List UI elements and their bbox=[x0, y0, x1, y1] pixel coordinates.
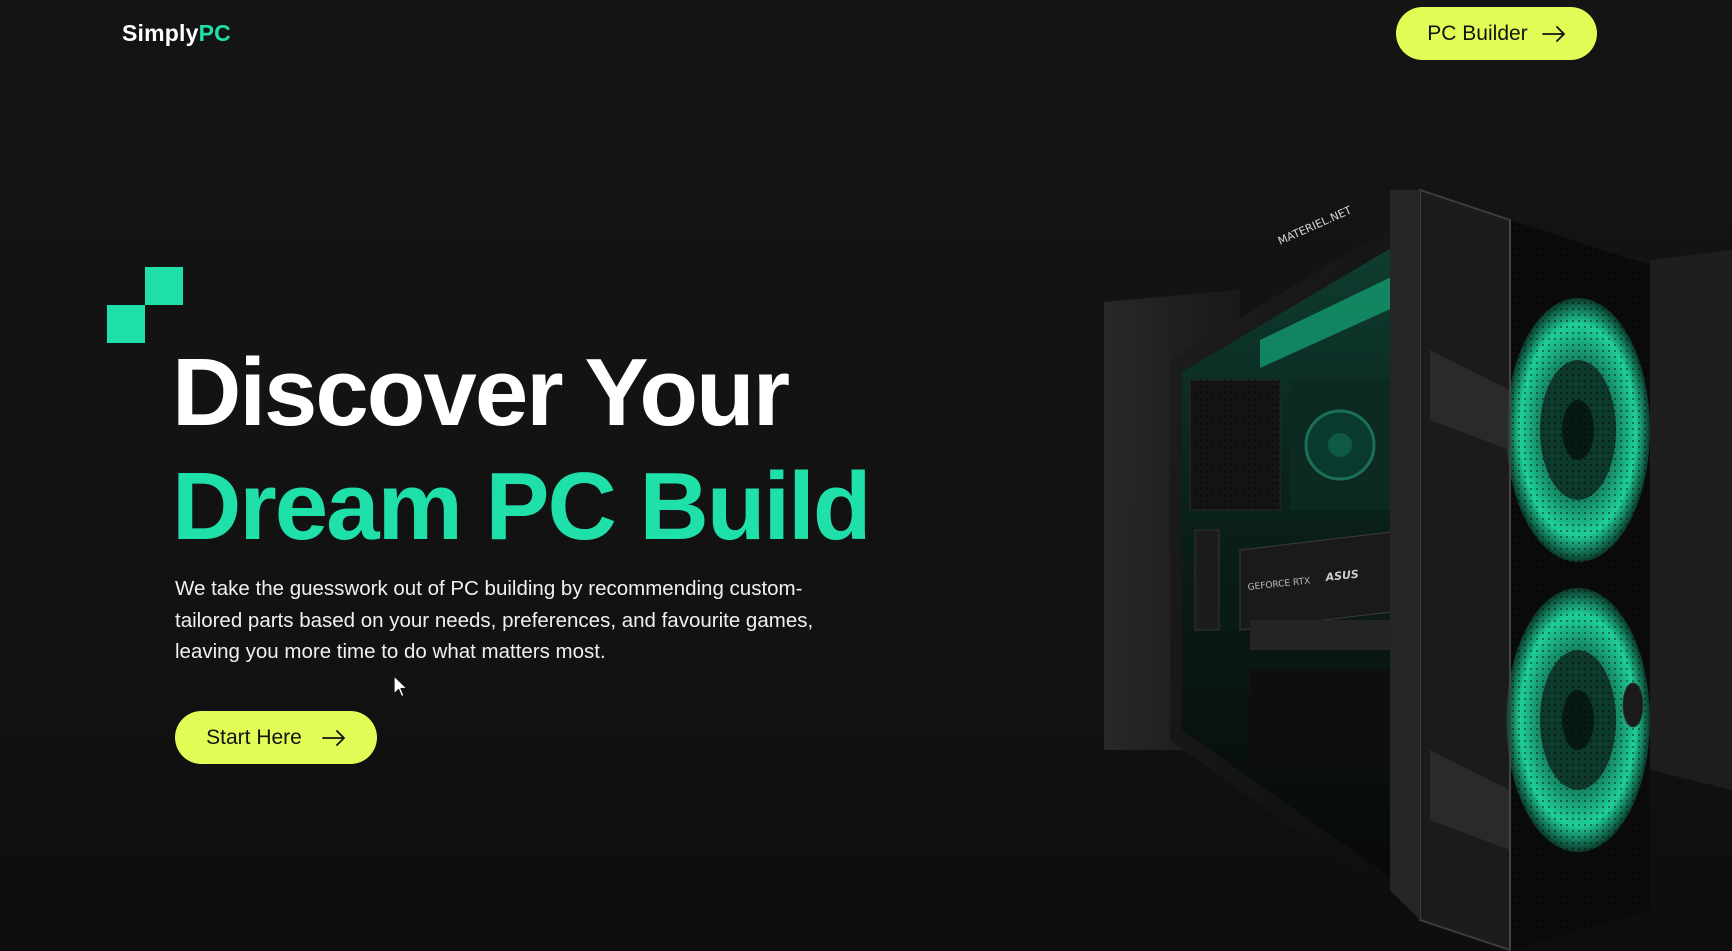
hero-title-line1: Discover Your bbox=[172, 339, 790, 446]
start-here-button[interactable]: Start Here bbox=[175, 711, 377, 764]
pc-builder-button[interactable]: PC Builder bbox=[1396, 7, 1597, 60]
mouse-cursor-icon bbox=[393, 675, 408, 698]
logo[interactable]: SimplyPC bbox=[122, 20, 231, 47]
page: SimplyPC PC Builder Discover Your Dream … bbox=[0, 0, 1732, 951]
pixel-square-top bbox=[145, 267, 183, 305]
pixel-decoration bbox=[107, 267, 184, 344]
arrow-right-icon bbox=[321, 729, 345, 746]
hero-title-line2: Dream PC Build bbox=[172, 453, 871, 560]
case-top-label: MATERIEL.NET bbox=[1276, 204, 1354, 248]
logo-text-pc: PC bbox=[198, 20, 231, 46]
pixel-square-bottom bbox=[107, 305, 145, 343]
logo-text-simply: Simply bbox=[122, 20, 199, 46]
start-here-button-label: Start Here bbox=[206, 725, 302, 749]
pc-builder-button-label: PC Builder bbox=[1427, 21, 1528, 45]
gaming-pc-image: GEFORCE RTX ASUS MATERIEL.NET bbox=[1104, 188, 1732, 951]
arrow-right-icon bbox=[1541, 25, 1565, 42]
hero-description: We take the guesswork out of PC building… bbox=[175, 577, 814, 663]
